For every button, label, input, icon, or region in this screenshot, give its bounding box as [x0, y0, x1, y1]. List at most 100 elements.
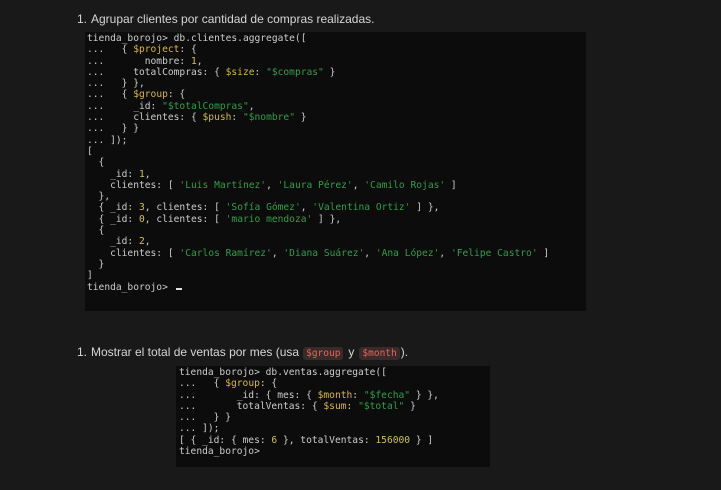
terminal-line: ... { $project: {	[87, 44, 586, 55]
terminal-token: "$nombre"	[242, 112, 295, 124]
terminal-token: ,	[144, 168, 151, 180]
terminal-token: ... } }	[179, 412, 231, 424]
terminal-token: , clientes: [	[144, 202, 226, 214]
terminal-line: clientes: [ 'Luis Martínez', 'Laura Pére…	[87, 180, 586, 191]
terminal-token: : {	[259, 378, 278, 390]
inline-code-month: $month	[359, 347, 400, 360]
terminal-line: ... } }	[87, 123, 586, 134]
terminal-token: }	[404, 400, 416, 412]
terminal-token: }	[323, 66, 336, 78]
terminal-token: [	[87, 145, 93, 157]
terminal-token: $push	[202, 112, 232, 124]
terminal-token: $size	[225, 66, 255, 78]
list-item-1: 1. Agrupar clientes por cantidad de comp…	[77, 12, 375, 26]
terminal-token: { _id:	[87, 213, 139, 225]
list-item-text: Mostrar el total de ventas por mes (usa	[91, 345, 300, 359]
terminal-token: ... nombre:	[87, 55, 191, 67]
terminal-token: 156000	[375, 434, 411, 446]
terminal-token: ... } },	[87, 78, 145, 90]
terminal-line: ... ]);	[179, 423, 490, 434]
terminal-token: ... totalVentas: {	[179, 400, 324, 412]
terminal-token: tienda_borojo>	[179, 446, 260, 458]
terminal-token: ... ]);	[87, 134, 128, 146]
terminal-token: 'mario mendoza'	[225, 213, 313, 225]
terminal-token: }	[294, 112, 307, 124]
terminal-token: "$fecha"	[363, 389, 411, 401]
terminal-token: :	[231, 112, 243, 124]
terminal-token: { _id:	[87, 202, 139, 214]
terminal-token: ]	[87, 270, 93, 282]
terminal-token: 'Laura Pérez'	[277, 179, 353, 191]
terminal-line: ... _id: { mes: { $month: "$fecha" } },	[179, 390, 490, 401]
terminal-token: ,	[196, 55, 203, 67]
terminal-token: $sum	[323, 400, 347, 412]
terminal-line: ... } },	[87, 78, 586, 89]
terminal-token: ,	[266, 179, 278, 191]
terminal-clientes-aggregate[interactable]: tienda_borojo> db.clientes.aggregate([..…	[85, 32, 586, 311]
inline-code-group: $group	[303, 347, 344, 360]
terminal-token: $month	[317, 389, 353, 401]
terminal-token: :	[254, 66, 267, 78]
terminal-token: 'Diana Suárez'	[283, 247, 365, 259]
terminal-token: 'Carlos Ramírez'	[179, 247, 272, 259]
terminal-token: ,	[144, 236, 151, 248]
terminal-token: 'Camilo Rojas'	[364, 179, 446, 191]
terminal-line: ... clientes: { $push: "$nombre" }	[87, 112, 586, 123]
terminal-token: },	[87, 191, 111, 203]
terminal-ventas-aggregate[interactable]: tienda_borojo> db.ventas.aggregate([... …	[176, 366, 490, 467]
list-number: 1.	[77, 345, 88, 359]
terminal-token: ] },	[410, 202, 440, 214]
terminal-token: clientes: [	[87, 179, 180, 191]
terminal-token: ]	[537, 247, 550, 259]
terminal-line: },	[87, 191, 586, 202]
terminal-token: :	[346, 400, 359, 412]
terminal-token: [ { _id: { mes:	[179, 434, 272, 446]
terminal-line: ... { $group: {	[87, 89, 586, 100]
terminal-token: _id:	[87, 168, 139, 180]
terminal-line: ... totalVentas: { $sum: "$total" }	[179, 401, 490, 412]
terminal-line: ... { $group: {	[179, 378, 490, 389]
terminal-token: : {	[179, 44, 197, 56]
terminal-token: 'Valentina Ortiz'	[312, 202, 411, 214]
terminal-line: [ { _id: { mes: 6 }, totalVentas: 156000…	[179, 435, 490, 446]
terminal-token: {	[87, 157, 105, 169]
terminal-token: "$totalCompras"	[162, 100, 249, 112]
terminal-token: tienda_borojo> db.clientes.aggregate([	[87, 33, 307, 44]
terminal-token: tienda_borojo> db.ventas.aggregate([	[179, 367, 387, 378]
terminal-line: _id: 1,	[87, 169, 586, 180]
terminal-token: ,	[300, 202, 313, 214]
terminal-line: [	[87, 146, 586, 157]
terminal-token: 'Felipe Castro'	[450, 247, 538, 259]
list-item-text: Agrupar clientes por cantidad de compras…	[91, 12, 375, 26]
terminal-token: ,	[248, 100, 255, 112]
terminal-token: ... {	[179, 378, 226, 390]
terminal-token: : {	[167, 89, 186, 101]
terminal-line: { _id: 0, clientes: [ 'mario mendoza' ] …	[87, 214, 586, 225]
terminal-token: "$compras"	[266, 66, 324, 78]
terminal-token: tienda_borojo>	[87, 281, 174, 293]
terminal-token: ,	[439, 247, 451, 259]
terminal-line: ... ]);	[87, 135, 586, 146]
terminal-token: ,	[364, 247, 376, 259]
list-item-text-end: ).	[400, 345, 409, 359]
terminal-token: ]	[445, 179, 457, 191]
terminal-line: _id: 2,	[87, 236, 586, 247]
terminal-token: 'Luis Martínez'	[179, 179, 267, 191]
terminal-token: ... _id:	[87, 100, 163, 112]
list-number: 1.	[77, 12, 88, 26]
terminal-token: , clientes: [	[144, 213, 226, 225]
terminal-line: ... _id: "$totalCompras",	[87, 101, 586, 112]
terminal-line: { _id: 3, clientes: [ 'Sofía Gómez', 'Va…	[87, 202, 586, 213]
terminal-line: tienda_borojo> db.ventas.aggregate([	[179, 367, 490, 378]
terminal-line: clientes: [ 'Carlos Ramírez', 'Diana Suá…	[87, 248, 586, 259]
list-item-text-mid: y	[348, 345, 355, 359]
list-item-2: 1. Mostrar el total de ventas por mes (u…	[77, 345, 408, 360]
terminal-token: ... ]);	[179, 423, 220, 435]
terminal-token: 'Sofía Gómez'	[225, 202, 301, 214]
terminal-token: ... totalCompras: {	[87, 66, 226, 78]
terminal-token: $project	[133, 44, 180, 56]
terminal-token: ,	[271, 247, 284, 259]
terminal-token: clientes: [	[87, 247, 180, 259]
terminal-token: "$total"	[358, 400, 405, 412]
terminal-token: ... clientes: {	[87, 112, 203, 124]
